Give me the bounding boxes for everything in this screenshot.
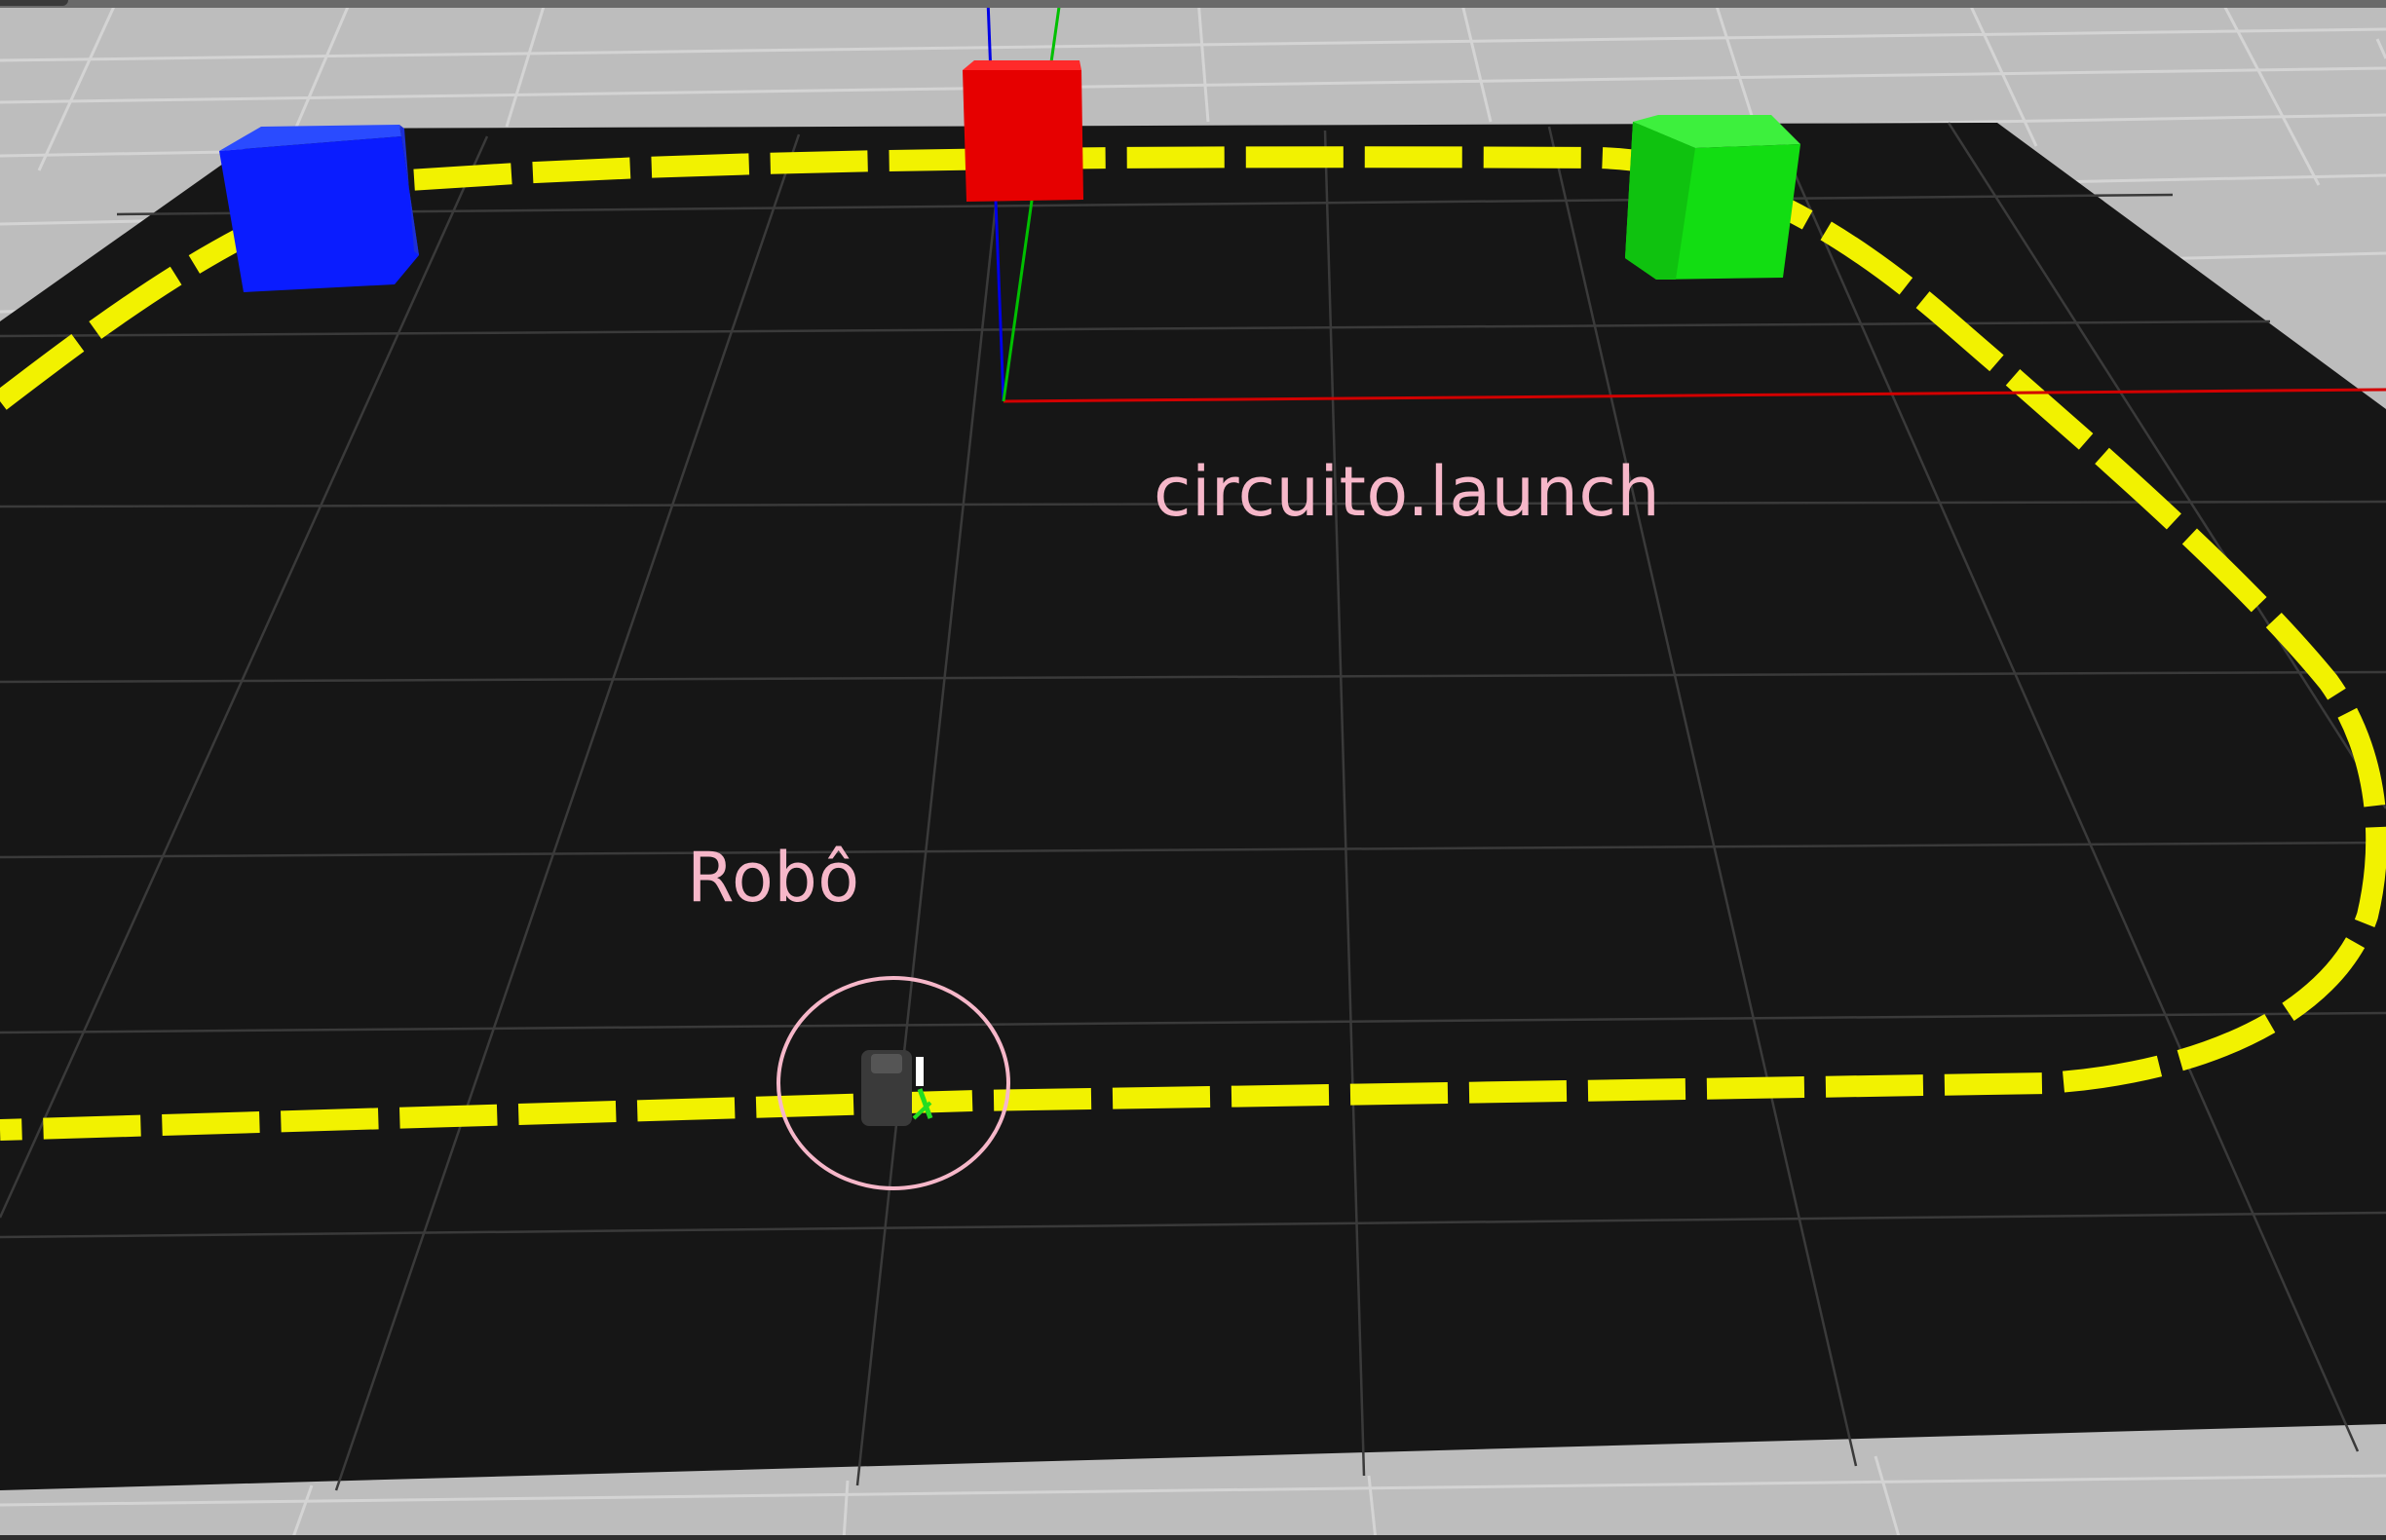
- window-bottom-border: [0, 1535, 2386, 1540]
- launch-file-label: circuito.launch: [1154, 452, 1661, 532]
- robot-label: Robô: [687, 838, 860, 918]
- window-top-border: [0, 0, 2386, 8]
- simulation-viewport[interactable]: circuito.launch Robô: [0, 0, 2386, 1540]
- red-cube-icon[interactable]: [963, 60, 1083, 202]
- blue-cube-icon[interactable]: [219, 125, 419, 292]
- window-corner: [0, 0, 68, 6]
- scene-canvas[interactable]: [0, 0, 2386, 1540]
- green-cube-icon[interactable]: [1625, 115, 1800, 280]
